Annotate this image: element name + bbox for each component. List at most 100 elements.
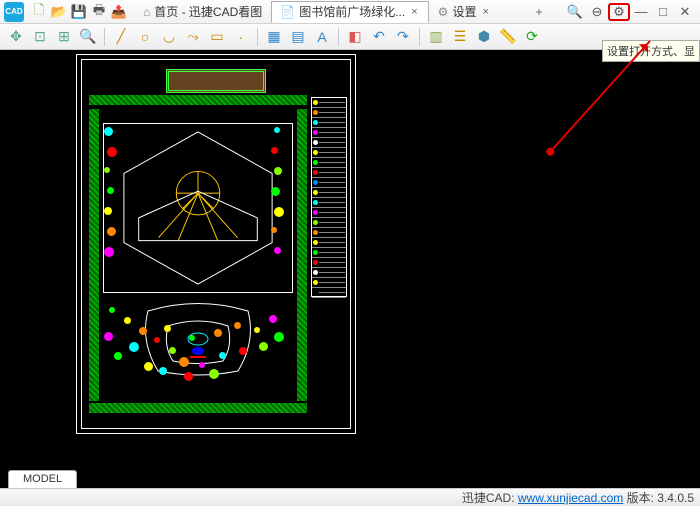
tab-icon: ⌂ [143, 5, 150, 19]
legend-row [312, 98, 346, 108]
polyline-icon[interactable]: ⤳ [183, 27, 203, 47]
tree-icon [274, 207, 284, 217]
legend-row [312, 268, 346, 278]
tree-icon [234, 322, 241, 329]
3d-icon[interactable]: ⬢ [474, 27, 494, 47]
legend-row [312, 218, 346, 228]
line-icon[interactable]: ╱ [111, 27, 131, 47]
save-icon[interactable]: 💾 [70, 3, 88, 21]
tab-1[interactable]: 📄 图书馆前广场绿化... × [271, 1, 428, 23]
text-icon[interactable]: A [312, 27, 332, 47]
tree-icon [159, 367, 167, 375]
zoom-window-icon[interactable]: ⊞ [54, 27, 74, 47]
tree-icon [274, 332, 284, 342]
measure-icon[interactable]: 📏 [498, 27, 518, 47]
tree-icon [114, 352, 122, 360]
legend-row [312, 258, 346, 268]
minimize-icon[interactable]: — [630, 3, 652, 21]
legend-row [312, 168, 346, 178]
search-icon[interactable]: 🔍 [564, 3, 586, 21]
tree-icon [269, 315, 277, 323]
tab-label: 设置 [452, 3, 476, 20]
tree-icon [259, 342, 268, 351]
tree-icon [107, 187, 114, 194]
arc-icon[interactable]: ◡ [159, 27, 179, 47]
tree-icon [254, 327, 260, 333]
tab-label: 图书馆前广场绿化... [299, 3, 405, 20]
legend-row [312, 178, 346, 188]
tab-2[interactable]: ⚙设置 × [429, 1, 500, 23]
legend-row [312, 148, 346, 158]
version-label: 版本: [627, 491, 654, 505]
tree-icon [107, 147, 117, 157]
tree-icon [271, 147, 278, 154]
tree-icon [199, 362, 205, 368]
zoom-icon[interactable]: 🔍 [78, 27, 98, 47]
tab-close-icon[interactable]: × [480, 6, 490, 18]
legend-row [312, 248, 346, 258]
legend-row [312, 118, 346, 128]
tab-close-icon[interactable]: × [409, 6, 419, 18]
window-controls: 🔍⊖⚙—□✕ [564, 3, 696, 21]
legend-row [312, 228, 346, 238]
circle-icon[interactable]: ○ [135, 27, 155, 47]
props-icon[interactable]: ▥ [426, 27, 446, 47]
app-logo: CAD [4, 2, 24, 22]
tree-icon [189, 335, 195, 341]
tree-icon [129, 342, 139, 352]
select-icon[interactable]: ▦ [264, 27, 284, 47]
tree-icon [104, 247, 114, 257]
refresh-icon[interactable]: ⟳ [522, 27, 542, 47]
tree-icon [154, 337, 160, 343]
erase-icon[interactable]: ◧ [345, 27, 365, 47]
undo-icon[interactable]: ↶ [369, 27, 389, 47]
point-icon[interactable]: · [231, 27, 251, 47]
tree-icon [219, 352, 226, 359]
tab-label: 首页 - 迅捷CAD看图 [154, 3, 262, 20]
tree-icon [209, 369, 219, 379]
zoom-extents-icon[interactable]: ⊡ [30, 27, 50, 47]
legend-row [312, 278, 346, 288]
pan-icon[interactable]: ✥ [6, 27, 26, 47]
legend-row [312, 198, 346, 208]
tree-icon [169, 347, 176, 354]
website-link[interactable]: www.xunjiecad.com [518, 491, 623, 505]
layer-icon[interactable]: ▤ [288, 27, 308, 47]
tree-icon [104, 207, 112, 215]
titlebar: CAD 🗋📂💾🖶📤 ⌂首页 - 迅捷CAD看图📄图书馆前广场绿化...×⚙设置×… [0, 0, 700, 24]
tree-icon [104, 127, 113, 136]
settings-icon[interactable]: ⚙ [608, 3, 630, 21]
separator [338, 28, 339, 46]
tree-icon [109, 307, 115, 313]
rect-icon[interactable]: ▭ [207, 27, 227, 47]
drawing-canvas[interactable] [0, 50, 700, 488]
cad-drawing [76, 54, 356, 434]
tab-0[interactable]: ⌂ 首页 - 迅捷CAD看图 [134, 1, 271, 23]
zoomout-icon[interactable]: ⊖ [586, 3, 608, 21]
layers-icon[interactable]: ☰ [450, 27, 470, 47]
legend-row [312, 108, 346, 118]
tree-icon [164, 325, 171, 332]
maximize-icon[interactable]: □ [652, 3, 674, 21]
tab-icon: ⚙ [438, 5, 449, 19]
open-icon[interactable]: 📂 [50, 3, 68, 21]
tree-icon [104, 167, 110, 173]
redo-icon[interactable]: ↷ [393, 27, 413, 47]
separator [257, 28, 258, 46]
tree-icon [274, 247, 281, 254]
new-icon[interactable]: 🗋 [30, 3, 48, 21]
tree-icon [274, 127, 280, 133]
close-icon[interactable]: ✕ [674, 3, 696, 21]
tree-icon [271, 187, 280, 196]
export-icon[interactable]: 📤 [110, 3, 128, 21]
legend-row [312, 128, 346, 138]
print-icon[interactable]: 🖶 [90, 3, 108, 21]
tree-icon [239, 347, 247, 355]
tab-icon: 📄 [280, 5, 295, 19]
tree-icon [271, 227, 277, 233]
model-tab[interactable]: MODEL [8, 470, 77, 488]
new-tab-button[interactable]: + [530, 3, 548, 21]
tree-icon [184, 372, 193, 381]
tree-icon [179, 357, 189, 367]
tree-icon [214, 329, 222, 337]
